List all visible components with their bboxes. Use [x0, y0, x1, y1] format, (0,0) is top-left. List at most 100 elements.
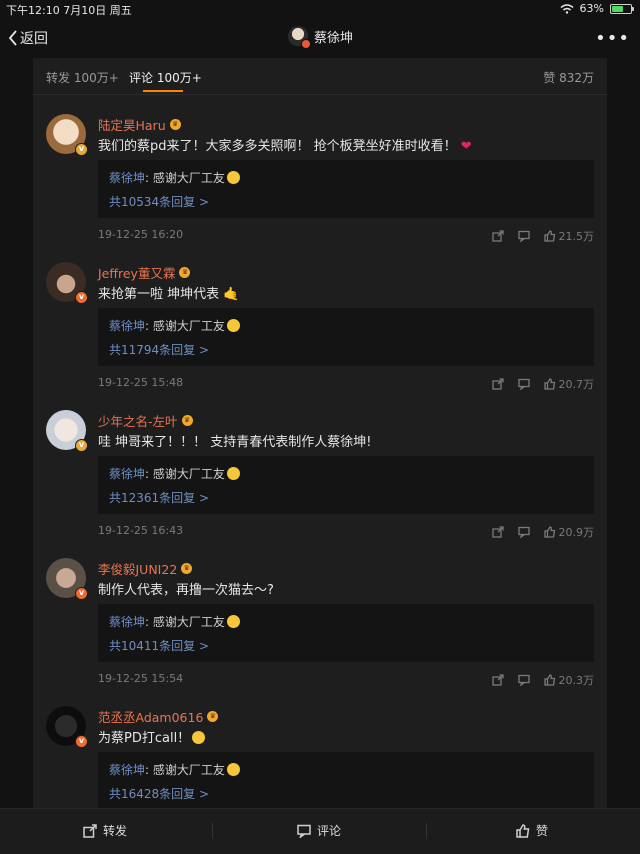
back-button[interactable]: 返回 — [8, 28, 48, 48]
reply-author[interactable]: 蔡徐坤 — [109, 615, 145, 629]
reply-text: : 感谢大厂工友 — [145, 319, 225, 333]
like-button[interactable]: 20.9万 — [543, 524, 595, 540]
divider — [426, 823, 427, 839]
emoji-icon — [226, 763, 240, 776]
reply-count-link[interactable]: 共10534条回复 > — [109, 193, 209, 210]
reply-box[interactable]: 蔡徐坤: 感谢大厂工友 共12361条回复 > — [98, 456, 594, 514]
username[interactable]: 少年之名-左叶 — [98, 411, 178, 430]
comment-meta: 19-12-25 16:20 21.5万 — [98, 228, 595, 244]
like-label: 赞 — [536, 824, 549, 838]
thumbs-up-icon — [516, 823, 530, 838]
tab-reposts[interactable]: 转发 100万+ — [46, 69, 119, 86]
share-icon[interactable] — [491, 674, 504, 686]
comment-time: 19-12-25 15:54 — [98, 672, 184, 685]
like-button[interactable]: 20.7万 — [543, 376, 595, 392]
chevron-left-icon — [8, 30, 17, 46]
reply-text: : 感谢大厂工友 — [145, 467, 225, 481]
crown-icon: ♛ — [179, 267, 191, 278]
comment-time: 19-12-25 16:20 — [98, 228, 184, 241]
comment-time: 19-12-25 16:43 — [98, 524, 184, 537]
reply-box[interactable]: 蔡徐坤: 感谢大厂工友 共11794条回复 > — [98, 308, 594, 366]
reply-box[interactable]: 蔡徐坤: 感谢大厂工友 共10534条回复 > — [98, 160, 594, 218]
reply-text: : 感谢大厂工友 — [145, 763, 225, 777]
like-button[interactable]: 20.3万 — [543, 672, 595, 688]
active-tab-indicator — [143, 90, 183, 92]
emoji-icon — [192, 731, 206, 744]
like-button[interactable]: 赞 — [516, 822, 548, 839]
thumbs-up-icon — [543, 230, 555, 242]
thumbs-up-icon — [543, 526, 555, 538]
emoji-icon — [226, 615, 240, 628]
nav-bar: 返回 蔡徐坤 ••• — [0, 18, 640, 58]
status-time-date: 下午12:10 7月10日 周五 — [6, 4, 132, 17]
comment-text: 哇 坤哥来了！！！ 支持青春代表制作人蔡徐坤! — [98, 435, 372, 450]
reply-count-link[interactable]: 共12361条回复 > — [109, 489, 209, 506]
avatar[interactable]: v — [46, 262, 88, 304]
reply-author[interactable]: 蔡徐坤 — [109, 319, 145, 333]
like-count: 20.7万 — [558, 378, 595, 391]
reply-text: : 感谢大厂工友 — [145, 171, 225, 185]
comment-icon — [297, 824, 311, 838]
tab-comments[interactable]: 评论 100万+ — [129, 69, 202, 86]
comment-icon[interactable] — [517, 378, 530, 390]
divider — [212, 823, 213, 839]
reply-author[interactable]: 蔡徐坤 — [109, 467, 145, 481]
reply-box[interactable]: 蔡徐坤: 感谢大厂工友 共10411条回复 > — [98, 604, 594, 662]
crown-icon: ♛ — [181, 415, 193, 426]
comment-text: 制作人代表，再撸一次猫去～? — [98, 583, 274, 598]
emoji-icon — [226, 467, 240, 480]
comment-text: 我们的蔡pd来了！大家多多关照啊！ 抢个板凳坐好准时收看！ ❤ — [98, 139, 472, 154]
avatar[interactable]: v — [46, 706, 88, 748]
verified-icon: v — [75, 587, 88, 600]
reply-count-link[interactable]: 共16428条回复 > — [109, 785, 209, 802]
crown-icon: ♛ — [169, 119, 181, 130]
reply-count-link[interactable]: 共10411条回复 > — [109, 637, 209, 654]
repost-button[interactable]: 转发 — [83, 822, 127, 839]
tab-bar: 转发 100万+ 评论 100万+ 赞 832万 — [33, 58, 607, 95]
comment-button[interactable]: 评论 — [297, 822, 341, 839]
username[interactable]: 李俊毅JUNI22 — [98, 559, 177, 578]
verified-icon: v — [75, 439, 88, 452]
reply-author[interactable]: 蔡徐坤 — [109, 763, 145, 777]
wifi-icon — [560, 3, 574, 14]
nav-user[interactable]: 蔡徐坤 — [288, 26, 353, 49]
thumbs-up-icon — [543, 674, 555, 686]
comments-panel: 转发 100万+ 评论 100万+ 赞 832万 v 陆定昊Haru ♛ 我们的蔡… — [33, 58, 607, 808]
reply-count-link[interactable]: 共11794条回复 > — [109, 341, 209, 358]
comment-meta: 19-12-25 16:43 20.9万 — [98, 524, 595, 540]
verified-icon: v — [75, 143, 88, 156]
like-count: 21.5万 — [558, 230, 595, 243]
comment-icon[interactable] — [517, 674, 530, 686]
avatar[interactable]: v — [46, 114, 88, 156]
emoji-icon — [226, 319, 240, 332]
avatar[interactable]: v — [46, 558, 88, 600]
reply-box[interactable]: 蔡徐坤: 感谢大厂工友 共16428条回复 > — [98, 752, 594, 808]
comment-text: 来抢第一啦 坤坤代表 🤙 — [98, 287, 240, 302]
comment-icon[interactable] — [517, 526, 530, 538]
username[interactable]: 范丞丞Adam0616 — [98, 707, 203, 726]
like-button[interactable]: 21.5万 — [543, 228, 595, 244]
like-count: 20.3万 — [558, 674, 595, 687]
repost-label: 转发 — [103, 824, 128, 838]
verified-icon: v — [75, 735, 88, 748]
status-indicators: 63% — [560, 2, 634, 15]
like-count: 20.9万 — [558, 526, 595, 539]
share-icon — [83, 823, 97, 838]
comment-time: 19-12-25 15:48 — [98, 376, 184, 389]
share-icon[interactable] — [491, 526, 504, 538]
comment-text: 为蔡PD打call！ — [98, 727, 206, 746]
back-label: 返回 — [20, 31, 48, 47]
avatar[interactable]: v — [46, 410, 88, 452]
emoji-icon — [226, 171, 240, 184]
more-button[interactable]: ••• — [595, 28, 630, 49]
likes-total[interactable]: 赞 832万 — [543, 69, 594, 86]
username[interactable]: 陆定昊Haru — [98, 115, 166, 134]
comment-icon[interactable] — [517, 230, 530, 242]
share-icon[interactable] — [491, 378, 504, 390]
username[interactable]: Jeffrey董又霖 — [98, 263, 175, 282]
heart-emoji-icon: ❤ — [460, 139, 472, 154]
reply-author[interactable]: 蔡徐坤 — [109, 171, 145, 185]
reply-text: : 感谢大厂工友 — [145, 615, 225, 629]
comment-meta: 19-12-25 15:54 20.3万 — [98, 672, 595, 688]
share-icon[interactable] — [491, 230, 504, 242]
